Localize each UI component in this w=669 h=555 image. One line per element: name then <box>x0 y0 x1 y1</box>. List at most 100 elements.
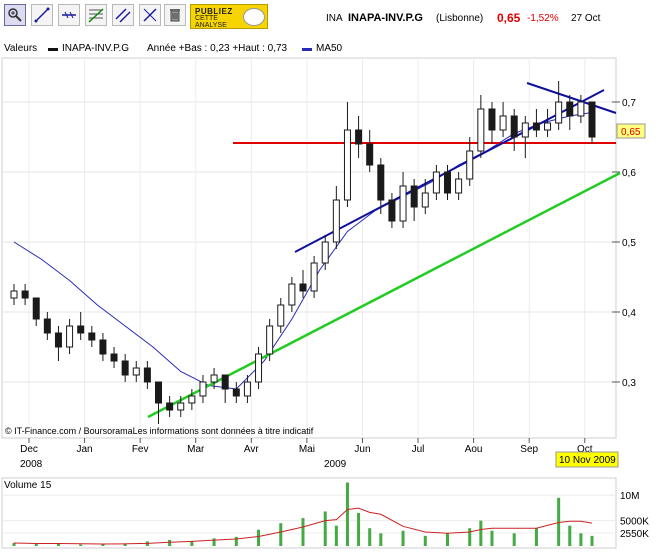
candle <box>332 186 340 249</box>
candle <box>355 116 363 158</box>
candle-body <box>377 164 385 201</box>
candle <box>455 172 463 200</box>
y-tick-label: 0,4 <box>622 308 636 319</box>
candle <box>199 375 207 403</box>
candle-body <box>532 122 540 131</box>
volume-bar <box>490 530 494 546</box>
candle <box>588 101 596 144</box>
candle-body <box>399 185 407 222</box>
volume-bar <box>590 535 594 546</box>
candle-body <box>43 318 51 334</box>
candle <box>366 130 374 172</box>
volume-title: Volume 15 <box>4 480 52 491</box>
candle <box>66 319 74 354</box>
candle <box>399 172 407 228</box>
candle <box>166 396 174 417</box>
candle <box>388 193 396 228</box>
volume-bars <box>12 482 594 546</box>
candle <box>221 374 229 403</box>
candle-body <box>299 283 307 292</box>
candle-body <box>499 115 507 131</box>
candle-body <box>232 388 240 397</box>
candle <box>110 347 118 368</box>
stock-chart: 0,3 0,4 0,5 0,6 0,7 0,65 © IT-Finance.com / … <box>1 57 649 549</box>
candle-body <box>166 402 174 411</box>
candle <box>255 347 263 389</box>
y-tick-label: 0,3 <box>622 378 636 389</box>
candle <box>277 298 285 333</box>
candle <box>499 102 507 137</box>
candle-body <box>477 108 485 152</box>
candle-body <box>343 129 351 201</box>
candle-body <box>521 122 529 138</box>
candle <box>243 375 251 403</box>
candle-body <box>332 199 340 243</box>
volume-bar <box>334 525 338 546</box>
price-pane-frame <box>1 57 617 439</box>
volume-bar <box>257 529 261 546</box>
candle-body <box>466 150 474 180</box>
volume-bar <box>168 539 172 546</box>
x-tick-label: Jun <box>354 444 370 455</box>
candle-body <box>132 367 140 376</box>
candle <box>466 137 474 186</box>
candle <box>288 277 296 312</box>
x-tick-label: Avr <box>244 444 259 455</box>
candle-body <box>54 332 62 348</box>
volume-bar <box>234 536 238 546</box>
volume-bar <box>512 533 516 546</box>
candle-body <box>410 185 418 208</box>
candle-body <box>255 353 263 383</box>
candle <box>521 116 529 158</box>
candle <box>155 381 162 424</box>
candle-body <box>510 115 518 138</box>
candle-body <box>588 101 596 138</box>
candle-body <box>88 332 96 341</box>
candle <box>88 326 96 347</box>
candle-body <box>444 171 451 194</box>
volume-pane-frame <box>1 477 617 549</box>
candle-body <box>177 402 185 411</box>
candle-body <box>155 381 162 404</box>
candle-body <box>10 290 18 299</box>
candle <box>532 109 540 137</box>
date-badge-text: 10 Nov 2009 <box>559 455 616 466</box>
candle-body <box>77 325 85 334</box>
x-tick-label: Mai <box>299 444 315 455</box>
candle <box>577 95 585 123</box>
candle-body <box>577 101 585 117</box>
volume-bar <box>34 543 38 546</box>
volume-bar <box>423 535 427 546</box>
candle-body <box>355 129 363 145</box>
volume-bar <box>479 520 483 546</box>
long-trend-line <box>147 171 621 419</box>
candle-body <box>388 199 396 222</box>
x-tick-label: Jan <box>77 444 93 455</box>
candle <box>77 312 85 340</box>
y-tick-label: 0,5 <box>622 238 636 249</box>
volume-bar <box>568 525 572 546</box>
candle <box>43 312 51 340</box>
x-tick-label: Dec <box>20 444 38 455</box>
x-tick-label: Mar <box>187 444 205 455</box>
candle-body <box>366 143 374 166</box>
candle <box>99 333 107 361</box>
volume-bar <box>79 544 83 546</box>
candle <box>132 361 140 382</box>
candle <box>432 165 440 200</box>
candle <box>510 109 518 151</box>
candle <box>232 382 240 403</box>
volume-bar <box>357 513 361 546</box>
candle <box>343 102 351 207</box>
volume-y-axis: 10M 5000K2550K <box>620 491 649 540</box>
candle-body <box>321 241 329 264</box>
candle-body <box>99 339 107 355</box>
year-2009: 2009 <box>324 459 347 470</box>
candle-body <box>266 325 274 355</box>
candle-body <box>143 367 151 383</box>
footer-note: © IT-Finance.com / BoursoramaLes informa… <box>5 426 314 436</box>
candle-body <box>21 290 29 299</box>
candle-body <box>488 108 496 131</box>
volume-bar <box>212 538 216 546</box>
candle-body <box>288 283 296 306</box>
